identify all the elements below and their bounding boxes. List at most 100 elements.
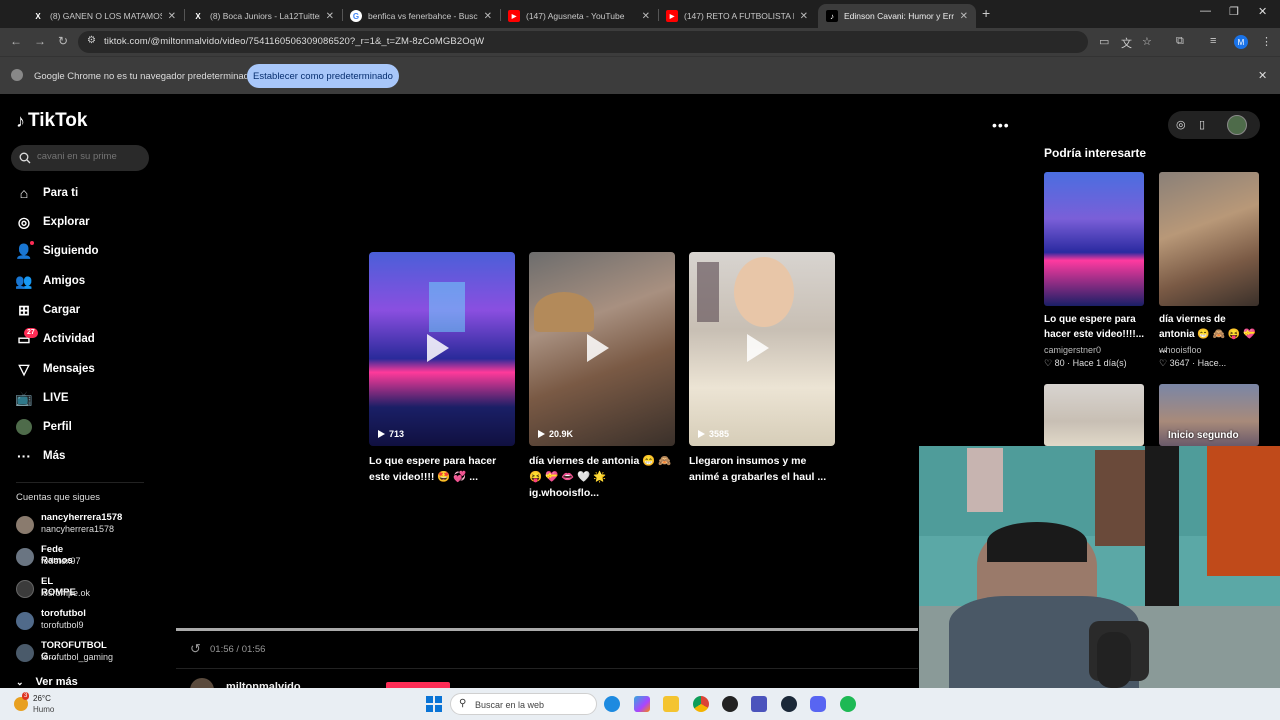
discord-icon[interactable]	[810, 696, 826, 712]
close-tab-icon[interactable]: ✕	[484, 11, 492, 22]
suggested-video-thumbnail[interactable]: Inicio segundo	[1159, 384, 1259, 446]
url-text[interactable]: tiktok.com/@miltonmalvido/video/75411605…	[104, 36, 484, 47]
video-title[interactable]: Llegaron insumos y me animé a grabarles …	[689, 453, 835, 485]
suggested-video-user[interactable]: whooisfloo	[1159, 345, 1202, 355]
following-icon: 👤	[15, 241, 34, 259]
send-icon: ▽	[18, 360, 30, 377]
heart-icon: ♡	[1159, 358, 1168, 368]
suggested-video-title[interactable]: Lo que espere para hacer este video!!!!.…	[1044, 312, 1148, 342]
video-title[interactable]: día viernes de antonia 😁 🙈 😝 💝 👄 🤍 🌟 ig.…	[529, 453, 675, 501]
nav-label: Explorar	[43, 216, 90, 228]
nav-item-siguiendo[interactable]: 👤 Siguiendo	[15, 241, 99, 261]
search-input[interactable]	[37, 151, 145, 162]
browser-tab[interactable]: X (8) Boca Juniors - La12Tuittera ✕	[184, 4, 342, 28]
search-box[interactable]	[11, 145, 149, 171]
weather-temperature: 26°C	[33, 694, 51, 703]
forward-icon[interactable]: →	[34, 34, 46, 48]
reload-icon[interactable]: ↻	[58, 34, 68, 48]
nav-item-actividad[interactable]: ▭ 27 Actividad	[16, 328, 95, 349]
suggested-video-thumbnail[interactable]	[1044, 172, 1144, 306]
suggested-video-stats: ♡ 80 · Hace 1 día(s)	[1044, 358, 1127, 368]
thumbnail-caption: Inicio segundo	[1168, 430, 1239, 441]
new-tab-button[interactable]: +	[982, 5, 990, 21]
menu-kebab-icon[interactable]: ⋮	[1261, 35, 1272, 48]
profile-avatar[interactable]: M	[1234, 35, 1248, 49]
browser-tab[interactable]: X (8) GANEN O LOS MATAMOS. # ✕	[24, 4, 184, 28]
video-thumbnail[interactable]: 20.9K	[529, 252, 675, 446]
browser-tab[interactable]: ▶ (147) RETO A FUTBOLISTA PRO ✕	[658, 4, 816, 28]
avatar	[16, 612, 34, 630]
close-tab-icon[interactable]: ✕	[960, 11, 968, 22]
app-icon[interactable]	[722, 696, 738, 712]
close-infobar-icon[interactable]: ✕	[1258, 69, 1267, 82]
edge-icon[interactable]	[604, 696, 620, 712]
nav-item-live[interactable]: 📺 LIVE	[15, 388, 68, 408]
translate-icon[interactable]: 文	[1121, 35, 1132, 51]
logo-text: TikTok	[28, 110, 88, 131]
teams-icon[interactable]	[751, 696, 767, 712]
more-options-icon[interactable]: •••	[992, 117, 1010, 133]
view-count: 20.9K	[538, 429, 573, 439]
close-tab-icon[interactable]: ✕	[326, 11, 334, 22]
user-avatar[interactable]	[1227, 115, 1247, 135]
file-explorer-icon[interactable]	[663, 696, 679, 712]
device-icon[interactable]: ▯	[1199, 118, 1205, 131]
play-icon	[587, 334, 609, 362]
home-icon: ⌂	[19, 185, 29, 201]
extensions-icon[interactable]: ⧉	[1176, 35, 1184, 48]
chevron-down-icon: ⌄	[16, 676, 24, 687]
spotify-icon[interactable]	[840, 696, 856, 712]
tiktok-logo-icon: ♪	[826, 10, 838, 22]
nav-item-explorar[interactable]: ◎ Explorar	[16, 212, 90, 232]
tab-title: benfica vs fenerbahce - Buscar	[368, 11, 478, 21]
tab-title: Edinson Cavani: Humor y Errore	[844, 11, 954, 21]
suggested-video-thumbnail[interactable]	[1044, 384, 1144, 446]
browser-tab-active[interactable]: ♪ Edinson Cavani: Humor y Errore ✕	[818, 4, 976, 28]
set-default-button[interactable]: Establecer como predeterminado	[247, 64, 399, 88]
replay-icon[interactable]: ↺	[190, 641, 201, 657]
video-title[interactable]: Lo que espere para hacer este video!!!! …	[369, 453, 515, 485]
nav-item-amigos[interactable]: 👥 Amigos	[15, 271, 85, 291]
restore-icon[interactable]: ❐	[1229, 5, 1239, 18]
close-tab-icon[interactable]: ✕	[800, 11, 808, 22]
close-tab-icon[interactable]: ✕	[168, 11, 176, 22]
tab-title: (147) Agusneta - YouTube	[526, 11, 625, 21]
suggested-video-thumbnail[interactable]	[1159, 172, 1259, 306]
nav-item-cargar[interactable]: ⊞ Cargar	[16, 300, 80, 320]
close-window-icon[interactable]: ✕	[1258, 5, 1267, 18]
address-bar[interactable]: ⚙ tiktok.com/@miltonmalvido/video/754116…	[78, 31, 1088, 53]
tiktok-logo[interactable]: ♪ TikTok	[16, 110, 87, 132]
close-tab-icon[interactable]: ✕	[642, 11, 650, 22]
nav-item-mas[interactable]: ··· Más	[16, 446, 65, 466]
browser-tab[interactable]: G benfica vs fenerbahce - Buscar ✕	[342, 4, 500, 28]
windows-start-icon[interactable]	[426, 696, 442, 712]
video-thumbnail[interactable]: 3585	[689, 252, 835, 446]
following-header: Cuentas que sigues	[16, 492, 100, 503]
nav-label: Mensajes	[43, 363, 95, 375]
compass-icon[interactable]: ◎	[1176, 118, 1186, 131]
minimize-icon[interactable]: —	[1200, 5, 1211, 17]
weather-badge: 3	[22, 692, 30, 700]
video-progress-bar[interactable]	[176, 628, 918, 631]
avatar	[16, 644, 34, 662]
browser-tab[interactable]: ▶ (147) Agusneta - YouTube ✕	[500, 4, 658, 28]
nav-item-mensajes[interactable]: ▽ Mensajes	[16, 359, 95, 379]
view-count: 713	[378, 429, 404, 439]
site-info-icon[interactable]: ⚙	[87, 35, 96, 46]
copilot-icon[interactable]	[634, 696, 650, 712]
back-icon[interactable]: ←	[10, 34, 22, 48]
nav-item-para-ti[interactable]: ⌂ Para ti	[16, 183, 78, 203]
time-ago: Hace 1 día(s)	[1072, 358, 1127, 368]
thumbnail-shelf	[697, 262, 719, 322]
taskbar-search[interactable]: ⚲ Buscar en la web	[450, 693, 597, 715]
account-handle: torofutbol_gaming	[41, 652, 114, 662]
cast-icon[interactable]: ▭	[1099, 35, 1109, 48]
chrome-icon[interactable]	[693, 696, 709, 712]
see-more-button[interactable]: ⌄ Ver más	[16, 676, 78, 688]
suggested-video-user[interactable]: camigerstner0	[1044, 345, 1101, 355]
reading-list-icon[interactable]: ≡	[1210, 35, 1216, 47]
bookmark-star-icon[interactable]: ☆	[1142, 35, 1152, 48]
nav-item-perfil[interactable]: Perfil	[16, 417, 72, 437]
steam-icon[interactable]	[781, 696, 797, 712]
video-thumbnail[interactable]: 713	[369, 252, 515, 446]
